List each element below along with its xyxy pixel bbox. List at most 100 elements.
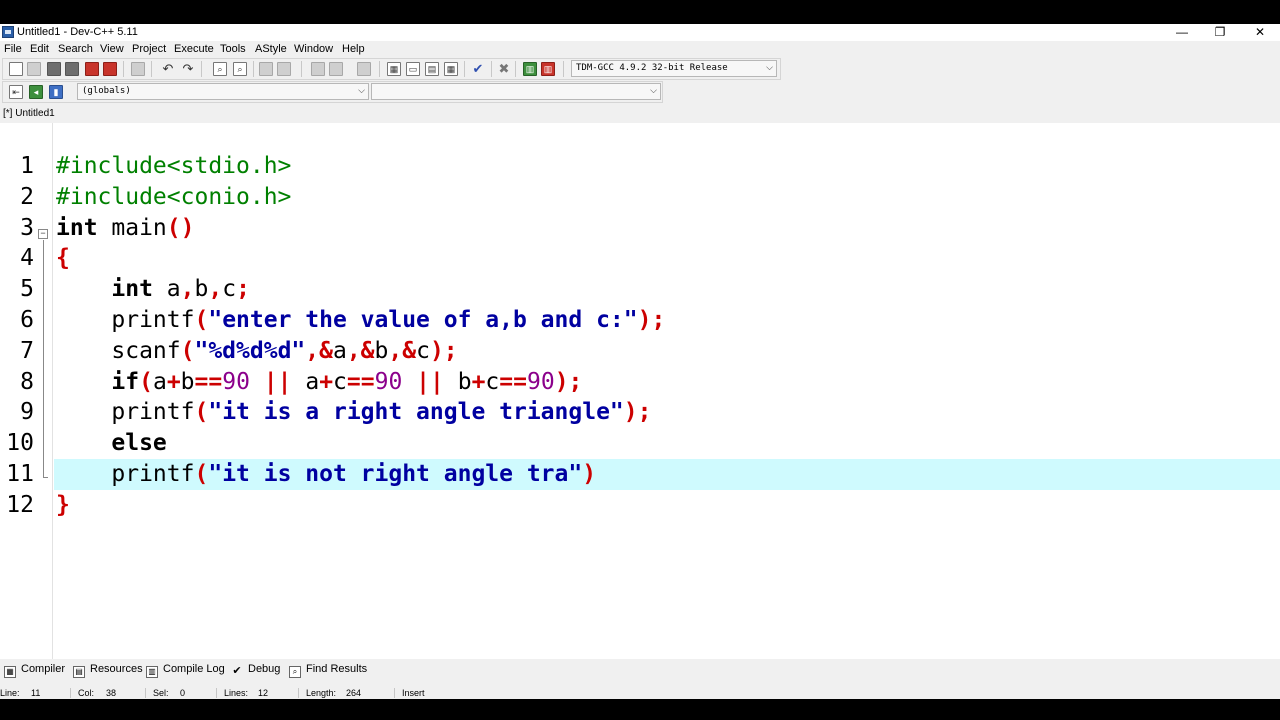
code-line[interactable]: printf("enter the value of a,b and c:");: [56, 305, 665, 335]
bookmark-icon[interactable]: [277, 62, 291, 76]
code-line[interactable]: scanf("%d%d%d",&a,&b,&c);: [56, 336, 457, 366]
line-number: 8: [20, 368, 34, 395]
scope-select[interactable]: (globals) ⌵: [77, 83, 369, 100]
code-token: scanf: [56, 337, 181, 364]
code-token: {: [56, 245, 70, 272]
print-icon[interactable]: [131, 62, 145, 76]
chevron-down-icon: ⌵: [766, 63, 773, 73]
status-sel-value: 0: [180, 688, 186, 698]
save-all-icon[interactable]: [65, 62, 79, 76]
tab-resources-label: Resources: [90, 663, 143, 675]
indent-icon[interactable]: [311, 62, 325, 76]
fold-collapse-icon[interactable]: −: [38, 229, 48, 239]
tab-compile-log[interactable]: ▥ Compile Log: [146, 663, 225, 678]
line-number: 12: [6, 491, 34, 518]
code-line[interactable]: #include<conio.h>: [56, 182, 291, 212]
code-line[interactable]: {: [56, 243, 70, 273]
menu-file[interactable]: File: [4, 43, 22, 55]
unindent-icon[interactable]: [329, 62, 343, 76]
code-token: printf: [56, 307, 195, 333]
chart-icon[interactable]: ▥: [523, 62, 537, 76]
minimize-button[interactable]: —: [1162, 24, 1202, 41]
line-number: 7: [20, 337, 34, 364]
profile-icon[interactable]: ▥: [541, 62, 555, 76]
status-line-value: 11: [31, 688, 41, 698]
menu-search[interactable]: Search: [58, 43, 93, 55]
code-line[interactable]: }: [56, 490, 70, 520]
find-icon[interactable]: ⌕: [213, 62, 227, 76]
toolbar-separator: [123, 61, 124, 77]
insert-icon[interactable]: ⇤: [9, 85, 23, 99]
code-token: "enter the value of a,b and c:": [208, 307, 638, 333]
tab-debug[interactable]: ✔ Debug: [231, 663, 280, 678]
code-token: 90: [526, 368, 555, 395]
stop-execution-icon[interactable]: ✖: [497, 62, 511, 76]
menu-help[interactable]: Help: [342, 43, 365, 55]
toggle-bookmark-icon[interactable]: ◂: [29, 85, 43, 99]
status-sel-label: Sel:: [153, 688, 169, 698]
code-line[interactable]: printf("it is a right angle triangle");: [56, 397, 651, 427]
line-number: 9: [20, 399, 34, 426]
project-view-icon[interactable]: ▭: [406, 62, 420, 76]
tab-resources[interactable]: ▤ Resources: [73, 663, 143, 678]
save-icon[interactable]: [47, 62, 61, 76]
close-file-icon[interactable]: [85, 62, 99, 76]
code-token: printf: [56, 461, 195, 487]
compiler-select-value: TDM-GCC 4.9.2 32-bit Release: [576, 63, 728, 73]
menu-window[interactable]: Window: [294, 43, 333, 55]
new-file-icon[interactable]: [9, 62, 23, 76]
goto-line-icon[interactable]: [259, 62, 273, 76]
new-project-icon[interactable]: ▦: [387, 62, 401, 76]
compiler-select[interactable]: TDM-GCC 4.9.2 32-bit Release ⌵: [571, 60, 777, 77]
code-line[interactable]: int main(): [56, 213, 195, 243]
close-all-icon[interactable]: [103, 62, 117, 76]
code-token: a: [152, 368, 167, 395]
member-select[interactable]: ⌵: [371, 83, 661, 100]
line-number: 4: [20, 245, 34, 272]
code-token: int: [56, 214, 98, 241]
menu-view[interactable]: View: [100, 43, 124, 55]
code-token: a: [152, 276, 181, 303]
line-number: 3: [20, 214, 34, 241]
tab-untitled1[interactable]: [*] Untitled1: [3, 108, 55, 119]
goto-bookmark-icon[interactable]: ▮: [49, 85, 63, 99]
toolbar-separator: [301, 61, 302, 77]
menu-astyle[interactable]: AStyle: [255, 43, 287, 55]
menu-execute[interactable]: Execute: [174, 43, 214, 55]
code-line[interactable]: else: [56, 428, 166, 458]
open-file-icon[interactable]: [27, 62, 41, 76]
layout-icon[interactable]: ▦: [444, 62, 458, 76]
menu-tools[interactable]: Tools: [220, 43, 246, 55]
code-token: c: [333, 368, 347, 395]
code-token: +: [166, 368, 181, 395]
code-token: (: [194, 461, 209, 487]
undo-icon[interactable]: ↶: [161, 62, 175, 76]
code-token: "%d%d%d": [194, 337, 306, 364]
check-syntax-icon[interactable]: ✔: [471, 62, 485, 76]
class-browser-icon[interactable]: ▤: [425, 62, 439, 76]
tab-compiler[interactable]: ▦ Compiler: [4, 663, 65, 678]
redo-icon[interactable]: ↷: [181, 62, 195, 76]
replace-icon[interactable]: ⌕: [233, 62, 247, 76]
chevron-down-icon: ⌵: [358, 86, 365, 96]
class-toolbar: ⇤ ◂ ▮ (globals) ⌵ ⌵: [2, 81, 663, 103]
title-bar: Untitled1 - Dev-C++ 5.11 — ❐ ✕: [0, 24, 1280, 41]
code-line[interactable]: int a,b,c;: [56, 274, 250, 304]
window-title: Untitled1 - Dev-C++ 5.11: [17, 26, 138, 38]
toolbar-separator: [253, 61, 254, 77]
menu-project[interactable]: Project: [132, 43, 166, 55]
status-lines-value: 12: [258, 688, 269, 698]
code-line[interactable]: printf("it is not right angle tra"): [56, 459, 596, 489]
code-token: ,&: [388, 337, 417, 364]
code-line[interactable]: #include<stdio.h>: [56, 151, 291, 181]
toggle-comment-icon[interactable]: [357, 62, 371, 76]
status-lines-label: Lines:: [224, 688, 249, 698]
status-separator: [145, 688, 146, 698]
tab-find-results[interactable]: ⌕ Find Results: [289, 663, 367, 678]
close-button[interactable]: ✕: [1240, 24, 1280, 41]
code-line[interactable]: if(a+b==90 || a+c==90 || b+c==90);: [56, 367, 582, 397]
maximize-button[interactable]: ❐: [1200, 24, 1240, 41]
menu-edit[interactable]: Edit: [30, 43, 49, 55]
status-length-label: Length:: [306, 688, 337, 698]
code-editor[interactable]: − 1 2 3 4 5 6 7 8 9 10 11 12 #include<stdio.h> #incl…: [0, 123, 1280, 659]
